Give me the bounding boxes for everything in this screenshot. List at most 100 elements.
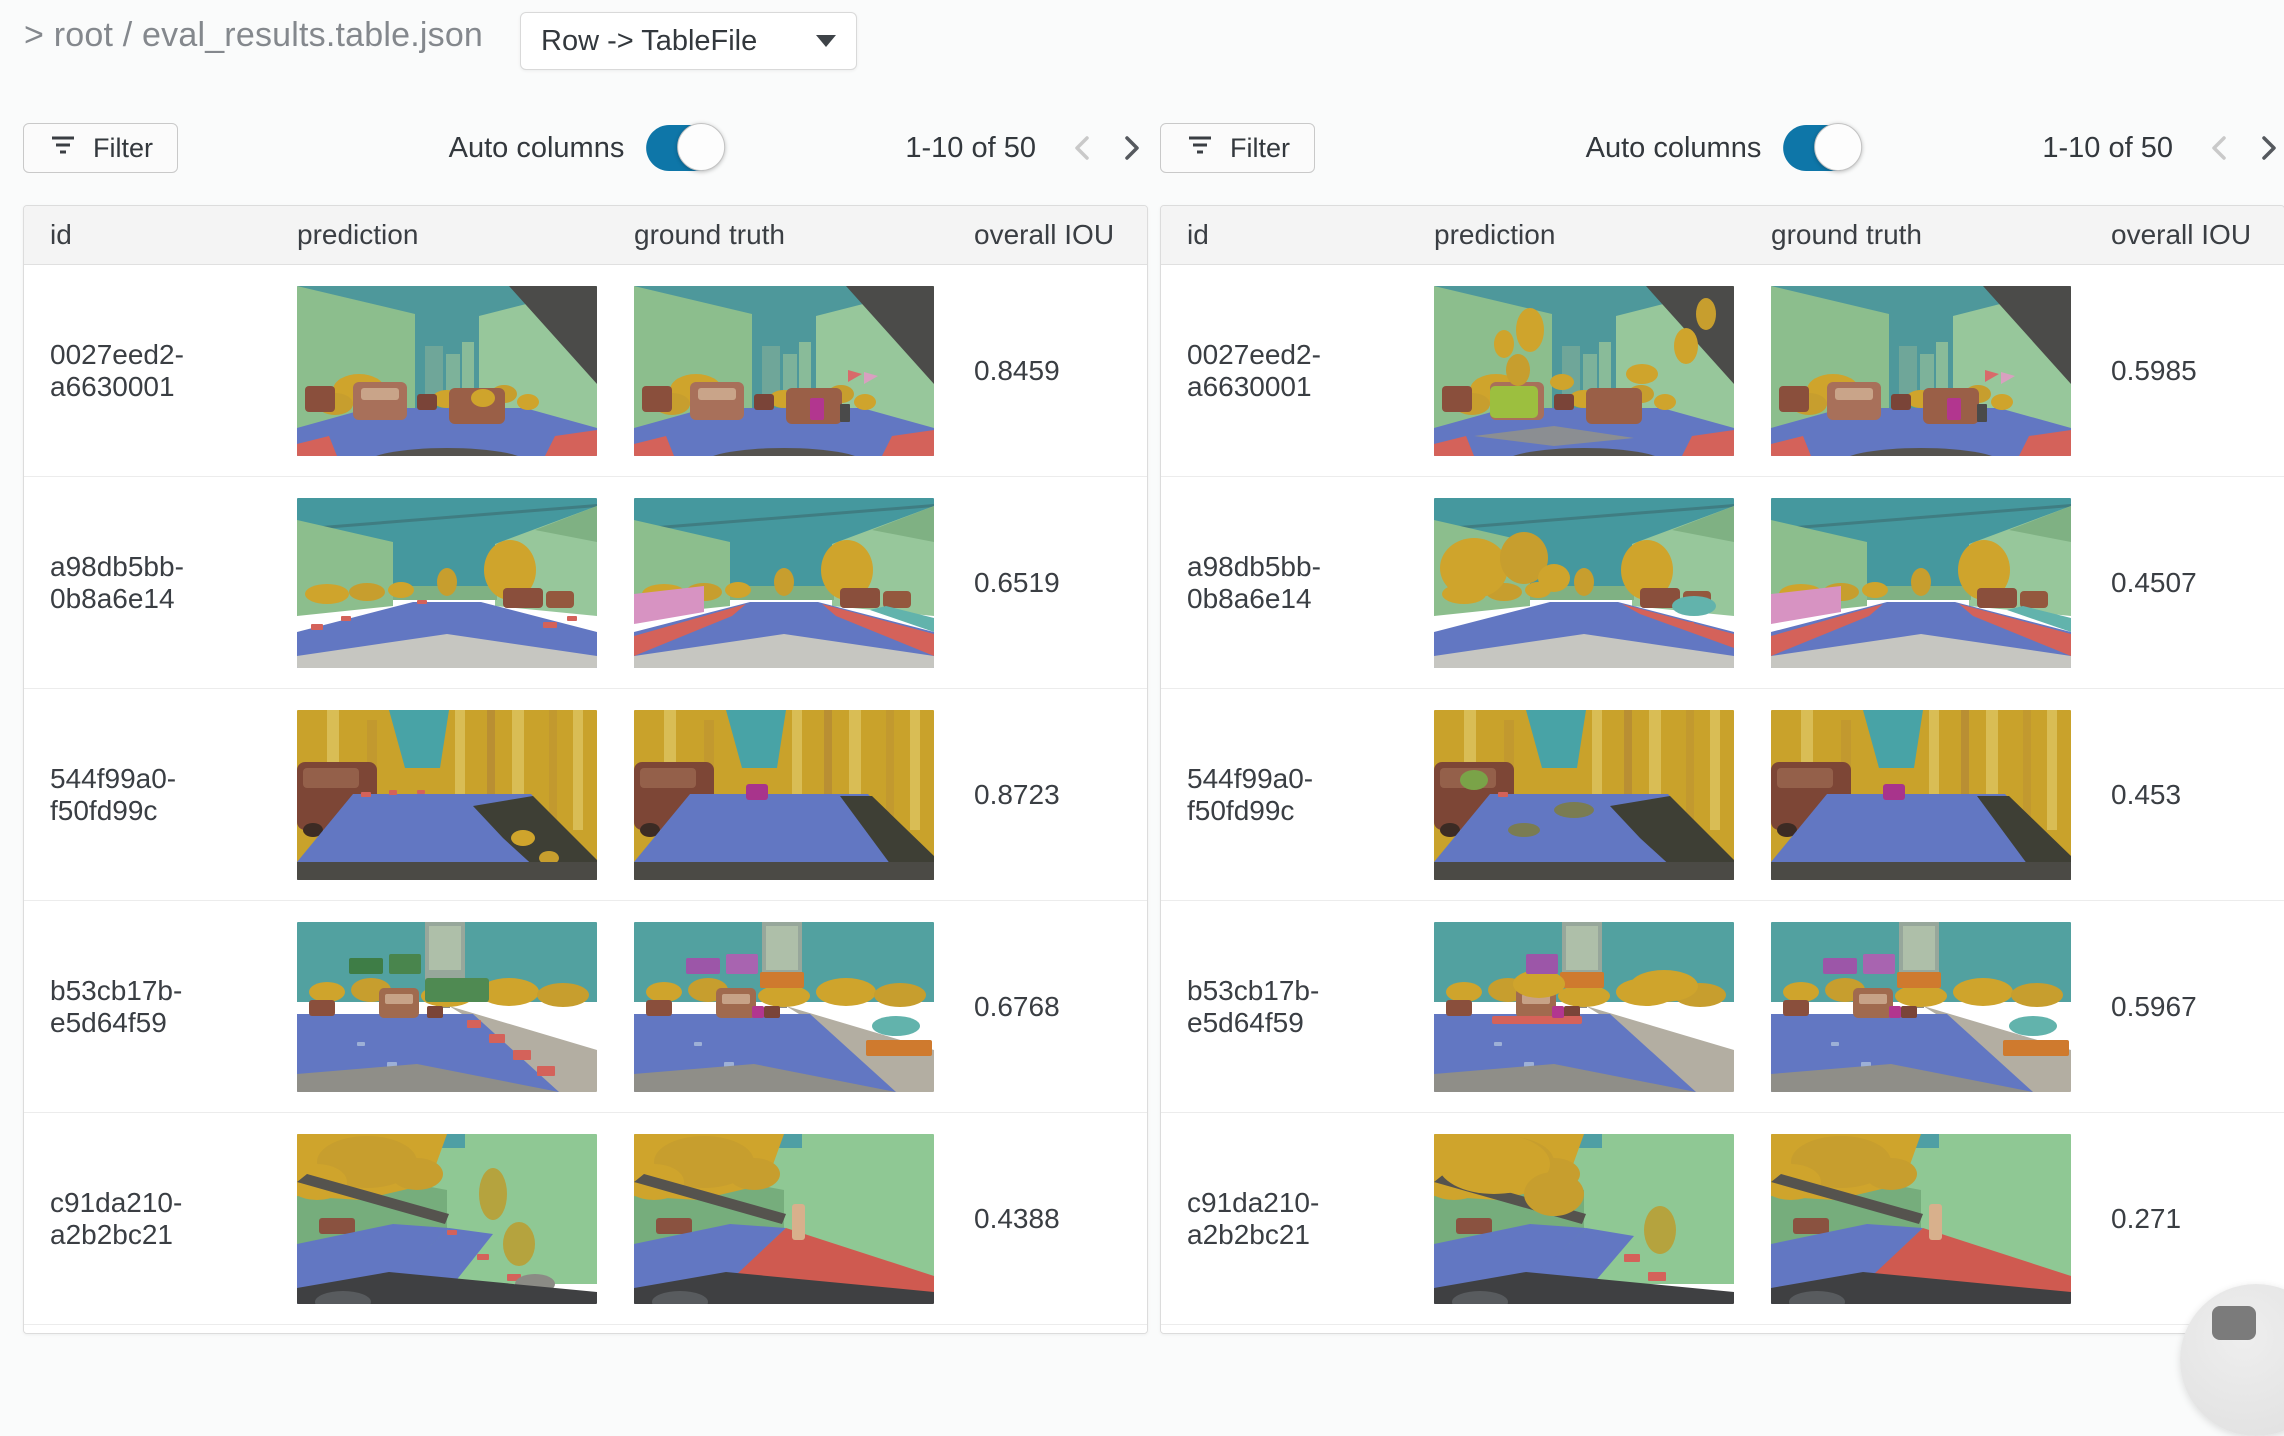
column-header-id[interactable]: id bbox=[24, 219, 274, 251]
row-id: 544f99a0-f50fd99c bbox=[24, 763, 274, 827]
ground-truth-image[interactable] bbox=[1771, 1134, 2071, 1304]
table-row: b53cb17b-e5d64f590.6768 bbox=[24, 901, 1147, 1113]
column-header-overall_iou[interactable]: overall IOU bbox=[948, 219, 1147, 251]
ground-truth-cell bbox=[1748, 1134, 2085, 1304]
prediction-cell bbox=[1411, 922, 1748, 1092]
row-type-dropdown[interactable]: Row -> TableFile bbox=[520, 12, 857, 70]
prediction-cell bbox=[1411, 710, 1748, 880]
row-id: c91da210-a2b2bc21 bbox=[1161, 1187, 1411, 1251]
panel-toolbar: Filter Auto columns 1-10 of 50 bbox=[23, 123, 1148, 173]
prediction-cell bbox=[274, 710, 611, 880]
prediction-image[interactable] bbox=[297, 498, 597, 668]
auto-columns-label: Auto columns bbox=[449, 132, 625, 165]
prediction-cell bbox=[274, 286, 611, 456]
filter-icon bbox=[48, 130, 78, 167]
prediction-cell bbox=[274, 498, 611, 668]
auto-columns-label: Auto columns bbox=[1586, 132, 1762, 165]
prediction-cell bbox=[274, 1134, 611, 1304]
row-id: a98db5bb-0b8a6e14 bbox=[24, 551, 274, 615]
iou-value: 0.5985 bbox=[2085, 355, 2284, 387]
prediction-image[interactable] bbox=[1434, 1134, 1734, 1304]
row-type-dropdown-value: Row -> TableFile bbox=[541, 25, 757, 58]
ground-truth-cell bbox=[611, 710, 948, 880]
ground-truth-image[interactable] bbox=[634, 286, 934, 456]
results-table: idpredictionground truthoverall IOU0027e… bbox=[23, 205, 1148, 1334]
ground-truth-cell bbox=[611, 286, 948, 456]
ground-truth-image[interactable] bbox=[1771, 286, 2071, 456]
column-header-ground_truth[interactable]: ground truth bbox=[611, 219, 948, 251]
column-header-ground_truth[interactable]: ground truth bbox=[1748, 219, 2085, 251]
table-row: 544f99a0-f50fd99c 0.8723 bbox=[24, 689, 1147, 901]
table-row: a98db5bb-0b8a6e140.4507 bbox=[1161, 477, 2284, 689]
table-row: c91da210-a2b2bc210.4388 bbox=[24, 1113, 1147, 1325]
prediction-cell bbox=[1411, 498, 1748, 668]
table-row: 0027eed2-a66300010.8459 bbox=[24, 265, 1147, 477]
row-id: 0027eed2-a6630001 bbox=[1161, 339, 1411, 403]
ground-truth-cell bbox=[1748, 286, 2085, 456]
column-header-prediction[interactable]: prediction bbox=[1411, 219, 1748, 251]
ground-truth-image[interactable] bbox=[634, 1134, 934, 1304]
next-page-button[interactable] bbox=[2251, 130, 2284, 166]
pagination: 1-10 of 50 bbox=[2042, 130, 2284, 166]
next-page-button[interactable] bbox=[1114, 130, 1148, 166]
pagination-range: 1-10 of 50 bbox=[905, 132, 1036, 165]
filter-button[interactable]: Filter bbox=[1160, 123, 1315, 173]
iou-value: 0.6519 bbox=[948, 567, 1147, 599]
auto-columns-control: Auto columns bbox=[1586, 125, 1860, 171]
filter-icon bbox=[1185, 130, 1215, 167]
panel-icon bbox=[2212, 1306, 2256, 1340]
prediction-image[interactable] bbox=[297, 710, 597, 880]
prediction-image[interactable] bbox=[297, 1134, 597, 1304]
ground-truth-image[interactable] bbox=[634, 922, 934, 1092]
ground-truth-image[interactable] bbox=[1771, 922, 2071, 1092]
row-id: b53cb17b-e5d64f59 bbox=[24, 975, 274, 1039]
pagination: 1-10 of 50 bbox=[905, 130, 1148, 166]
ground-truth-cell bbox=[611, 922, 948, 1092]
auto-columns-toggle[interactable] bbox=[1783, 125, 1859, 171]
results-panel: Filter Auto columns 1-10 of 50 idprediction… bbox=[23, 123, 1148, 1334]
column-header-prediction[interactable]: prediction bbox=[274, 219, 611, 251]
iou-value: 0.5967 bbox=[2085, 991, 2284, 1023]
prediction-image[interactable] bbox=[1434, 710, 1734, 880]
prediction-cell bbox=[274, 922, 611, 1092]
prediction-image[interactable] bbox=[297, 286, 597, 456]
table-header-row: idpredictionground truthoverall IOU bbox=[24, 206, 1147, 265]
pagination-range: 1-10 of 50 bbox=[2042, 132, 2173, 165]
prediction-image[interactable] bbox=[1434, 922, 1734, 1092]
ground-truth-cell bbox=[1748, 710, 2085, 880]
ground-truth-image[interactable] bbox=[634, 710, 934, 880]
prediction-image[interactable] bbox=[1434, 498, 1734, 668]
toggle-knob bbox=[677, 123, 725, 171]
iou-value: 0.8723 bbox=[948, 779, 1147, 811]
prediction-cell bbox=[1411, 1134, 1748, 1304]
column-header-id[interactable]: id bbox=[1161, 219, 1411, 251]
table-row: c91da210-a2b2bc21 0.271 bbox=[1161, 1113, 2284, 1325]
table-row: a98db5bb-0b8a6e14 0.6519 bbox=[24, 477, 1147, 689]
ground-truth-image[interactable] bbox=[1771, 498, 2071, 668]
ground-truth-cell bbox=[611, 1134, 948, 1304]
table-row: b53cb17b-e5d64f590.5967 bbox=[1161, 901, 2284, 1113]
table-header-row: idpredictionground truthoverall IOU bbox=[1161, 206, 2284, 265]
iou-value: 0.453 bbox=[2085, 779, 2284, 811]
prediction-image[interactable] bbox=[1434, 286, 1734, 456]
results-table: idpredictionground truthoverall IOU 0027e… bbox=[1160, 205, 2284, 1334]
prev-page-button[interactable] bbox=[2203, 130, 2237, 166]
filter-button[interactable]: Filter bbox=[23, 123, 178, 173]
filter-button-label: Filter bbox=[1230, 133, 1290, 164]
row-id: 544f99a0-f50fd99c bbox=[1161, 763, 1411, 827]
prev-page-button[interactable] bbox=[1066, 130, 1100, 166]
ground-truth-image[interactable] bbox=[1771, 710, 2071, 880]
results-panel: Filter Auto columns 1-10 of 50 idprediction… bbox=[1160, 123, 2284, 1334]
ground-truth-image[interactable] bbox=[634, 498, 934, 668]
prediction-image[interactable] bbox=[297, 922, 597, 1092]
toggle-knob bbox=[1814, 123, 1862, 171]
table-row: 544f99a0-f50fd99c 0.453 bbox=[1161, 689, 2284, 901]
ground-truth-cell bbox=[1748, 498, 2085, 668]
iou-value: 0.271 bbox=[2085, 1203, 2284, 1235]
auto-columns-toggle[interactable] bbox=[646, 125, 722, 171]
iou-value: 0.4388 bbox=[948, 1203, 1147, 1235]
filter-button-label: Filter bbox=[93, 133, 153, 164]
ground-truth-cell bbox=[611, 498, 948, 668]
column-header-overall_iou[interactable]: overall IOU bbox=[2085, 219, 2284, 251]
iou-value: 0.4507 bbox=[2085, 567, 2284, 599]
